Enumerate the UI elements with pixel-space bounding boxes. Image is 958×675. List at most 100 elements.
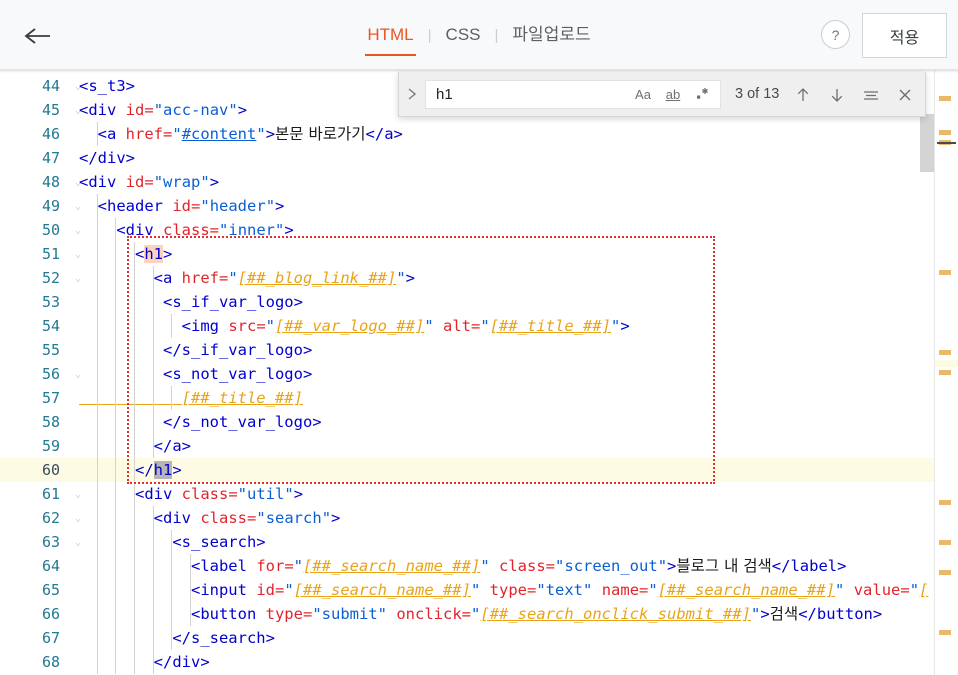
code-token: 검색 (769, 605, 799, 623)
code-line[interactable]: 47 </div> (0, 146, 958, 170)
find-in-selection-button[interactable] (857, 81, 885, 109)
apply-button[interactable]: 적용 (862, 13, 947, 58)
find-previous-button[interactable] (789, 81, 817, 109)
code-token: class (499, 557, 546, 575)
find-input[interactable] (426, 80, 596, 108)
code-line[interactable]: 68 </div> (0, 650, 958, 674)
code-line[interactable]: 57 [##_title_##] (0, 386, 958, 410)
code-line[interactable]: 53 <s_if_var_logo> (0, 290, 958, 314)
code-line[interactable]: 51 ⌄ <h1> (0, 242, 958, 266)
whole-word-icon[interactable]: ab (660, 83, 686, 106)
code-token: [##_search_name_##] (303, 557, 481, 575)
find-input-wrapper[interactable]: Aa ab (425, 79, 721, 109)
code-token: " (471, 605, 481, 623)
code-line[interactable]: 64 <label for="[##_search_name_##]" clas… (0, 554, 958, 578)
code-token: name (601, 581, 640, 599)
code-token: <s_if_var_logo> (79, 293, 303, 311)
find-next-button[interactable] (823, 81, 851, 109)
code-token: = (461, 605, 472, 623)
indent-guide (171, 386, 173, 410)
code-editor[interactable]: 44 ⌄ <s_t3> 45 ⌄ <div id="acc-nav"> 46 <a href… (0, 70, 958, 675)
code-token: for (256, 557, 285, 575)
arrow-up-icon (797, 87, 809, 101)
code-token: " (555, 557, 565, 575)
minimap[interactable] (934, 70, 958, 675)
line-number: 63 (41, 533, 60, 551)
code-line[interactable]: 62 ⌄ <div class="search"> (0, 506, 958, 530)
code-token: " (256, 509, 266, 527)
code-text: <s_search> (79, 530, 265, 554)
code-token: " (480, 557, 490, 575)
minimap-match-marker (939, 540, 951, 545)
code-text: </s_if_var_logo> (79, 338, 312, 362)
code-line[interactable]: 48 ⌄ <div id="wrap"> (0, 170, 958, 194)
code-token: </div> (79, 149, 135, 167)
code-line[interactable]: 50 ⌄ <div class="inner"> (0, 218, 958, 242)
code-token: <header (79, 197, 173, 215)
code-token: [##_var_logo_##] (275, 317, 425, 335)
line-number: 67 (41, 629, 60, 647)
code-line[interactable]: 60 </h1> (0, 458, 958, 482)
code-token: > (620, 317, 630, 335)
code-token: <label (79, 557, 257, 575)
code-text: <s_not_var_logo> (79, 362, 312, 386)
code-line[interactable]: 59 </a> (0, 434, 958, 458)
tab-css[interactable]: CSS (432, 21, 495, 49)
minimap-match-marker (939, 270, 951, 275)
regex-icon[interactable] (690, 83, 716, 106)
code-line[interactable]: 46 <a href="#content">본문 바로가기</a> (0, 122, 958, 146)
code-token: = (900, 581, 910, 599)
code-line[interactable]: 65 <input id="[##_search_name_##]" type=… (0, 578, 958, 602)
minimap-match-marker (939, 630, 951, 635)
code-line[interactable]: 58 </s_not_var_logo> (0, 410, 958, 434)
toggle-replace-button[interactable] (399, 72, 425, 117)
minimap-current-line (935, 360, 958, 367)
code-line[interactable]: 55 </s_if_var_logo> (0, 338, 958, 362)
code-token: " (200, 173, 210, 191)
match-case-icon[interactable]: Aa (630, 83, 656, 106)
code-line[interactable]: 61 ⌄ <div class="util"> (0, 482, 958, 506)
code-token: " (172, 125, 182, 143)
code-token: = (247, 509, 257, 527)
find-widget[interactable]: Aa ab 3 of 13 (398, 72, 926, 117)
tab-html[interactable]: HTML (353, 21, 427, 56)
line-number: 62 (41, 509, 60, 527)
close-find-button[interactable] (891, 81, 919, 109)
line-number: 66 (41, 605, 60, 623)
code-token: class (181, 485, 229, 503)
code-token: id (125, 173, 145, 191)
minimap-match-marker (939, 96, 951, 101)
code-token: > (163, 245, 173, 263)
minimap-match-marker (939, 350, 951, 355)
code-line[interactable]: 63 ⌄ <s_search> (0, 530, 958, 554)
code-token: [##_title_##] (489, 317, 612, 335)
code-line[interactable]: 52 ⌄ <a href="[##_blog_link_##]"> (0, 266, 958, 290)
code-text: <div id="wrap"> (79, 170, 219, 194)
code-text: <label for="[##_search_name_##]" class="… (79, 554, 846, 578)
line-number: 55 (41, 341, 60, 359)
minimap-match-marker (939, 500, 951, 505)
code-token: " (228, 101, 238, 119)
vertical-scrollbar[interactable] (920, 70, 934, 675)
code-token: " (835, 581, 845, 599)
code-token: = (284, 557, 294, 575)
line-number: 53 (41, 293, 60, 311)
code-line[interactable]: 66 <button type="submit" onclick="[##_se… (0, 602, 958, 626)
code-line[interactable]: 49 ⌄ <header id="header"> (0, 194, 958, 218)
tab-file-upload[interactable]: 파일업로드 (498, 21, 604, 49)
code-token: " (909, 581, 920, 599)
line-number: 59 (41, 437, 60, 455)
help-button[interactable]: ? (821, 20, 850, 49)
code-line[interactable]: 67 </s_search> (0, 626, 958, 650)
code-token: " (470, 581, 481, 599)
code-token: </s_search> (79, 629, 275, 647)
code-line[interactable]: 56 ⌄ <s_not_var_logo> (0, 362, 958, 386)
line-number: 64 (41, 557, 60, 575)
code-token: [##_search_name_##] (657, 581, 836, 599)
indent-guide (189, 554, 191, 626)
code-token: = (191, 197, 201, 215)
code-line[interactable]: 54 <img src="[##_var_logo_##]" alt="[##_… (0, 314, 958, 338)
scrollbar-thumb[interactable] (920, 114, 934, 172)
code-token: = (144, 101, 154, 119)
